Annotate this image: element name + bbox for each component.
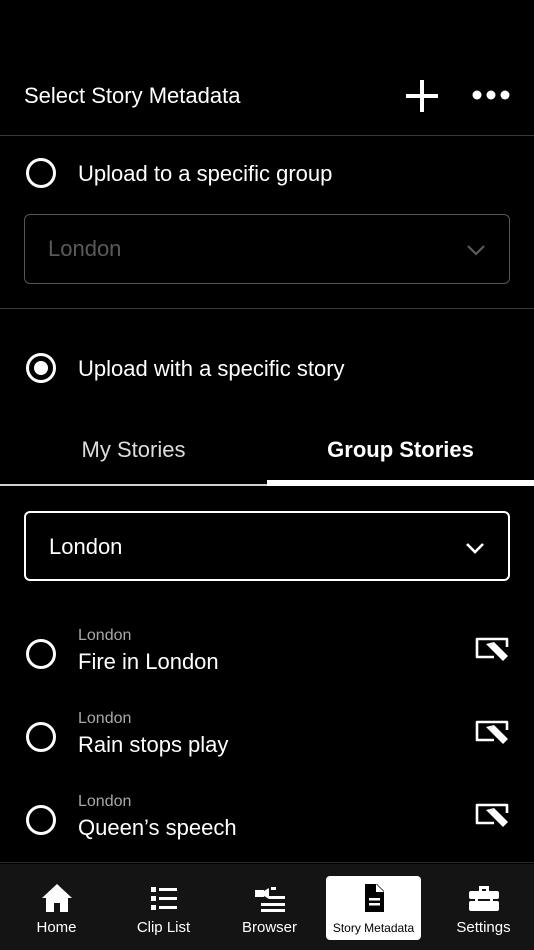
- home-icon: [41, 884, 72, 912]
- group-option-radio[interactable]: [26, 158, 56, 188]
- tab-my-stories[interactable]: My Stories: [0, 420, 267, 486]
- bottom-nav: Home Clip List Browser Story Metadata Se…: [0, 864, 534, 950]
- nav-story-metadata[interactable]: Story Metadata: [326, 876, 421, 940]
- story-radio[interactable]: [26, 805, 56, 835]
- story-option-radio[interactable]: [26, 353, 56, 383]
- group-option-label: Upload to a specific group: [78, 161, 333, 186]
- story-item[interactable]: London Rain stops play: [0, 706, 534, 786]
- nav-label: Story Metadata: [332, 921, 415, 935]
- story-item[interactable]: London Queen’s speech: [0, 789, 534, 869]
- story-radio[interactable]: [26, 639, 56, 669]
- nav-label: Browser: [241, 919, 297, 936]
- story-item[interactable]: London Fire in London: [0, 623, 534, 703]
- edit-story-icon[interactable]: [474, 718, 512, 748]
- story-name: Rain stops play: [78, 732, 229, 757]
- app-header: Select Story Metadata: [0, 60, 534, 136]
- chevron-down-icon: [466, 543, 484, 554]
- tab-group-stories[interactable]: Group Stories: [267, 420, 534, 486]
- nav-label: Settings: [456, 919, 511, 936]
- browser-icon: [254, 887, 285, 912]
- nav-label: Home: [36, 919, 77, 936]
- story-option-label: Upload with a specific story: [78, 356, 345, 381]
- group-select-disabled: London: [24, 214, 510, 284]
- toolbox-icon: [468, 886, 499, 911]
- document-icon: [364, 884, 384, 912]
- nav-clip-list[interactable]: Clip List: [116, 876, 211, 940]
- more-dots-icon[interactable]: [470, 82, 512, 110]
- page-title: Select Story Metadata: [24, 83, 241, 108]
- story-radio[interactable]: [26, 722, 56, 752]
- list-icon: [150, 887, 177, 910]
- nav-home[interactable]: Home: [9, 876, 104, 940]
- group-select-value: London: [48, 236, 122, 261]
- nav-label: Clip List: [136, 919, 191, 936]
- group-select-value: London: [49, 534, 123, 559]
- nav-settings[interactable]: Settings: [436, 876, 531, 940]
- group-select[interactable]: London: [24, 511, 510, 581]
- story-group: London: [78, 627, 132, 644]
- plus-icon[interactable]: [404, 78, 440, 114]
- edit-story-icon[interactable]: [474, 635, 512, 665]
- story-name: Queen’s speech: [78, 815, 237, 840]
- story-group: London: [78, 793, 132, 810]
- story-group: London: [78, 710, 132, 727]
- section-divider: [0, 308, 534, 309]
- nav-browser[interactable]: Browser: [222, 876, 317, 940]
- nav-separator: [0, 862, 534, 863]
- active-tab-indicator: [267, 480, 534, 486]
- chevron-down-icon: [467, 245, 485, 256]
- story-name: Fire in London: [78, 649, 219, 674]
- edit-story-icon[interactable]: [474, 801, 512, 831]
